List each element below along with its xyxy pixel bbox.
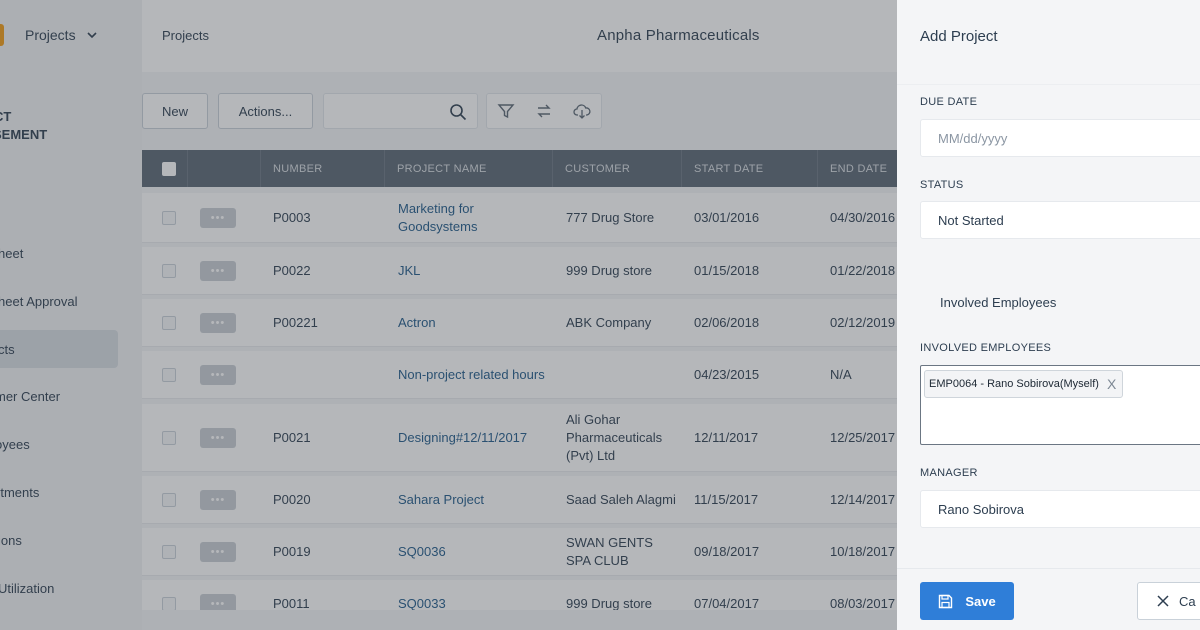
employee-tag-label: EMP0064 - Rano Sobirova(Myself) xyxy=(929,378,1099,390)
status-select[interactable]: Not Started xyxy=(920,201,1200,239)
involved-employees-heading: Involved Employees xyxy=(940,295,1057,310)
cancel-button-label: Ca xyxy=(1179,593,1196,609)
floppy-disk-icon xyxy=(939,594,953,608)
involved-employees-input[interactable]: EMP0064 - Rano Sobirova(Myself) X xyxy=(920,365,1200,445)
due-date-label: DUE DATE xyxy=(920,96,978,108)
add-project-panel: Add Project DUE DATE STATUS Not Started … xyxy=(897,0,1200,630)
save-button[interactable]: Save xyxy=(920,582,1014,620)
manager-label: MANAGER xyxy=(920,467,978,479)
save-button-label: Save xyxy=(965,593,996,609)
manager-select[interactable]: Rano Sobirova xyxy=(920,490,1200,528)
employee-tag: EMP0064 - Rano Sobirova(Myself) X xyxy=(924,370,1124,398)
footer-divider xyxy=(897,568,1200,569)
cancel-button[interactable]: Ca xyxy=(1137,582,1200,620)
due-date-field xyxy=(920,119,1200,157)
involved-employees-label: INVOLVED EMPLOYEES xyxy=(920,342,1052,354)
divider xyxy=(897,84,1200,85)
due-date-input[interactable] xyxy=(938,130,1178,146)
panel-header: Add Project xyxy=(897,0,1200,72)
status-label: STATUS xyxy=(920,179,964,191)
panel-title: Add Project xyxy=(920,28,998,45)
close-icon xyxy=(1157,595,1169,607)
remove-tag-icon[interactable]: X xyxy=(1107,376,1116,392)
